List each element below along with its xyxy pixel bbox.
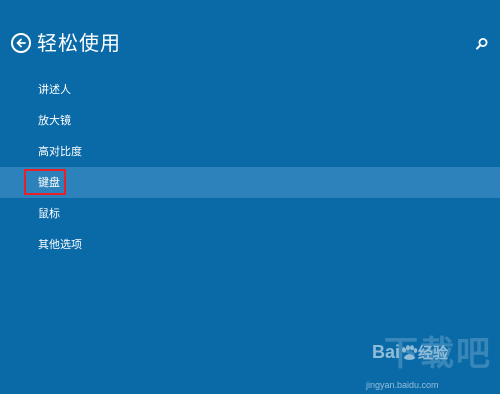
menu-item-label: 高对比度 xyxy=(38,145,82,158)
search-icon xyxy=(476,38,488,50)
watermark-xiazaiba-text: 下载吧 xyxy=(384,334,492,374)
page-title: 轻松使用 xyxy=(37,31,121,55)
back-button[interactable] xyxy=(11,33,31,53)
menu-item-narrator[interactable]: 讲述人 xyxy=(0,74,500,105)
baidu-paw-icon xyxy=(402,345,418,361)
watermark-brand-text: Bai xyxy=(372,342,401,362)
menu-item-magnifier[interactable]: 放大镜 xyxy=(0,105,500,136)
baidu-watermark: 下载吧 Bai 经验 jingyan.baidu.com xyxy=(366,332,496,392)
watermark-brand-suffix: 经验 xyxy=(418,345,449,362)
menu-item-high-contrast[interactable]: 高对比度 xyxy=(0,136,500,167)
menu-item-keyboard[interactable]: 键盘 xyxy=(0,167,500,198)
menu-item-label: 键盘 xyxy=(38,176,60,189)
search-button[interactable] xyxy=(474,36,490,52)
header: 轻松使用 xyxy=(0,28,500,60)
menu-item-label: 其他选项 xyxy=(38,238,82,251)
watermark-url: jingyan.baidu.com xyxy=(366,380,439,390)
menu-item-label: 放大镜 xyxy=(38,114,71,127)
menu-item-label: 讲述人 xyxy=(38,83,71,96)
back-arrow-icon xyxy=(16,38,26,48)
menu-item-label: 鼠标 xyxy=(38,207,60,220)
watermark-brand: Bai 经验 xyxy=(372,342,448,363)
menu-item-mouse[interactable]: 鼠标 xyxy=(0,198,500,229)
menu-item-other-options[interactable]: 其他选项 xyxy=(0,229,500,260)
settings-page: 轻松使用 讲述人 放大镜 高对比度 键盘 鼠标 其他选项 下载吧 Bai 经验 … xyxy=(0,0,500,394)
settings-menu: 讲述人 放大镜 高对比度 键盘 鼠标 其他选项 xyxy=(0,74,500,260)
